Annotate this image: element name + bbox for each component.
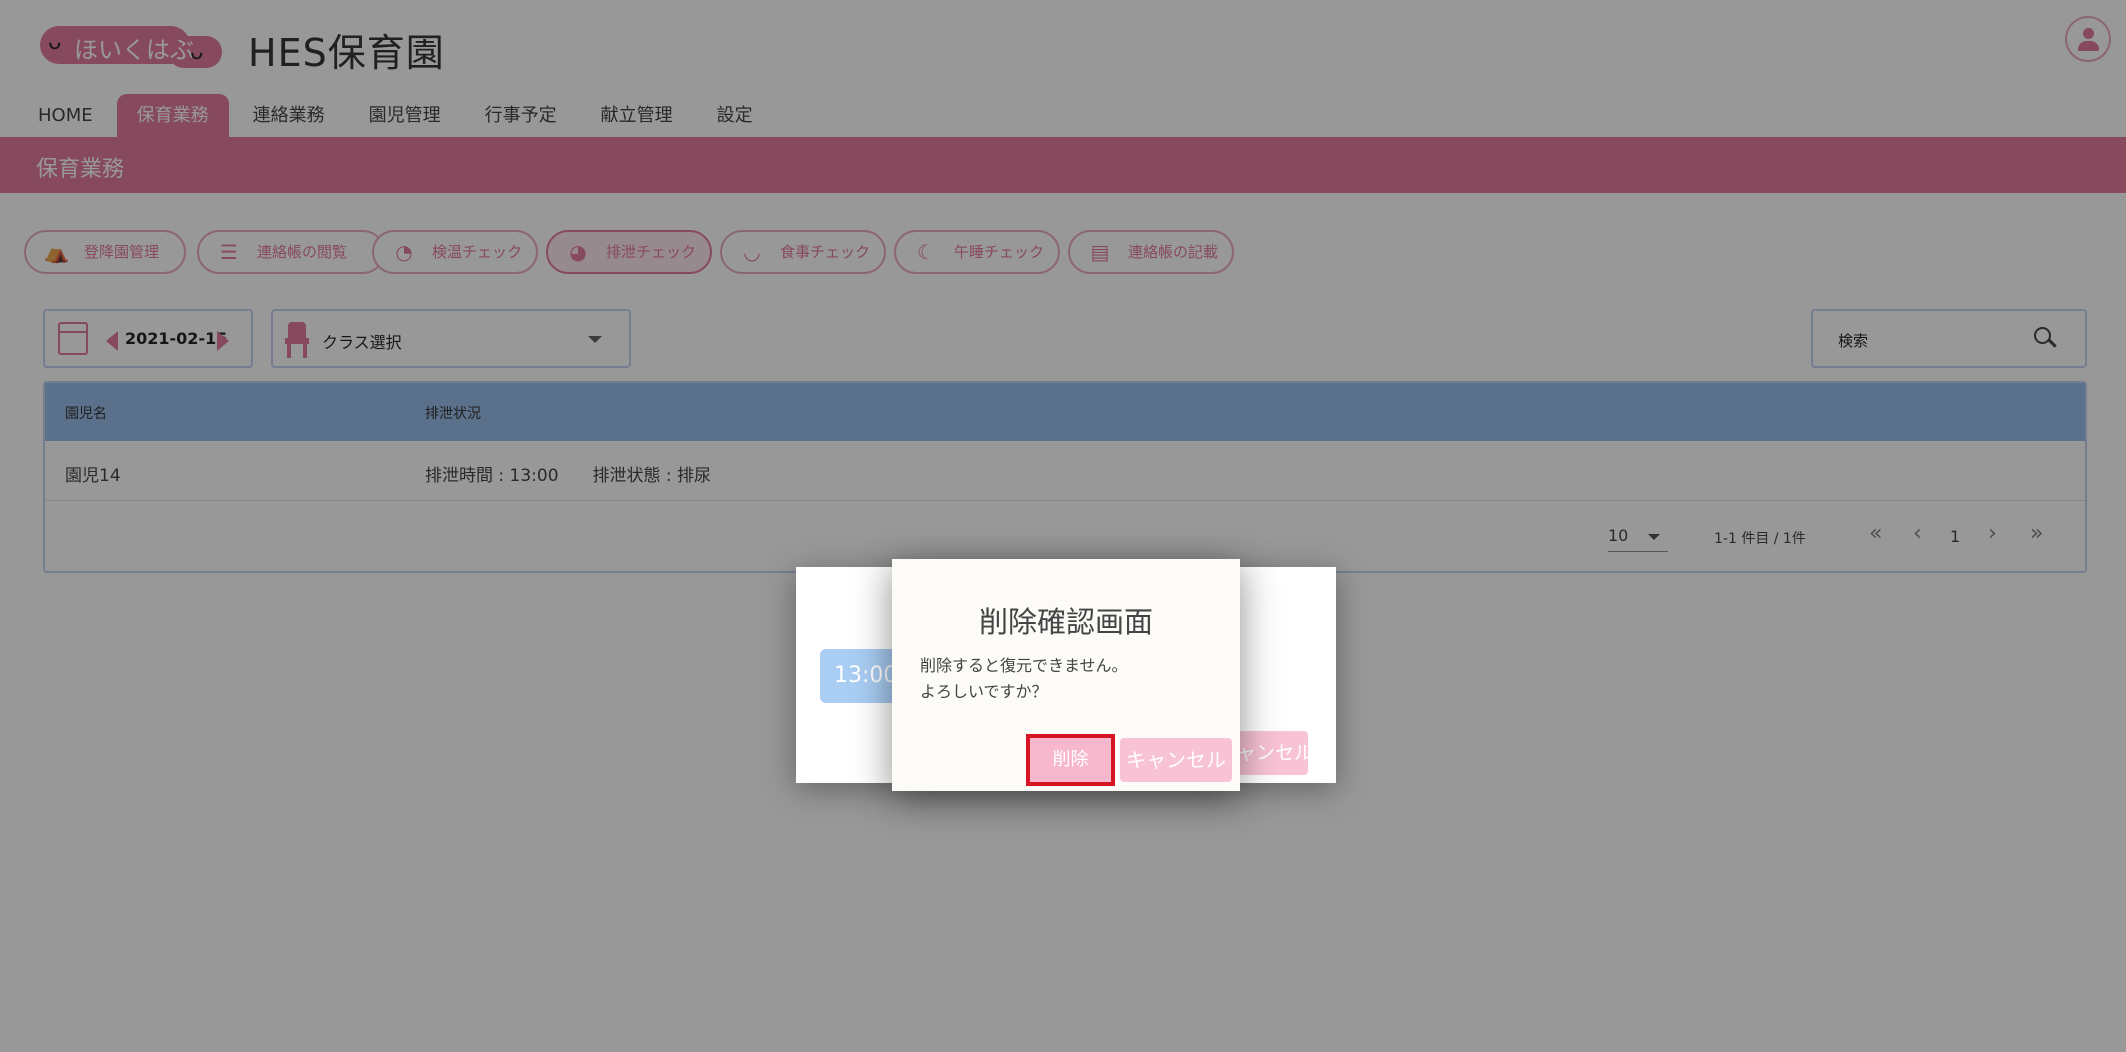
dialog-message-line: 削除すると復元できません。 <box>920 656 1128 675</box>
dialog-message: 削除すると復元できません。 よろしいですか？ <box>920 653 1128 705</box>
dialog-message-line: よろしいですか？ <box>920 682 1048 701</box>
cancel-button[interactable]: キャンセル <box>1120 738 1232 782</box>
modal-overlay[interactable] <box>0 0 2126 1052</box>
dialog-title: 削除確認画面 <box>978 605 1153 639</box>
delete-confirm-dialog: 削除確認画面 削除すると復元できません。 よろしいですか？ 削除 キャンセル <box>892 559 1240 791</box>
delete-button[interactable]: 削除 <box>1026 734 1115 786</box>
